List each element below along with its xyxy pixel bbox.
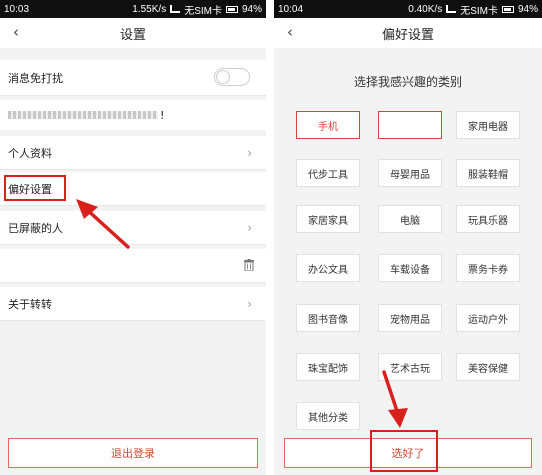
category-option[interactable]: 家用电器 (456, 111, 520, 139)
battery-icon (225, 5, 238, 13)
category-option[interactable] (378, 111, 442, 139)
network-speed: 0.40K/s (408, 3, 443, 15)
signal-icon (170, 5, 181, 13)
carrier-label: 无SIM卡 (460, 5, 498, 17)
category-option[interactable]: 办公文具 (296, 254, 360, 282)
category-option[interactable]: 代步工具 (296, 159, 360, 187)
category-option[interactable]: 家居家具 (296, 205, 360, 233)
category-option[interactable]: 母婴用品 (378, 159, 442, 187)
category-option[interactable]: 宠物用品 (378, 304, 442, 332)
settings-item-about[interactable]: 关于转转 › (0, 287, 266, 321)
category-option[interactable]: 车载设备 (378, 254, 442, 282)
category-option[interactable]: 电脑 (378, 205, 442, 233)
dnd-label: 消息免打扰 (8, 71, 63, 85)
battery-percent: 94% (517, 3, 538, 15)
annotation-arrow-icon (382, 370, 408, 428)
back-icon[interactable]: ‹ (282, 23, 298, 41)
status-time: 10:03 (4, 3, 30, 15)
item-label: 关于转转 (8, 297, 52, 311)
nav-bar: ‹ 偏好设置 (274, 18, 542, 48)
category-option[interactable]: 珠宝配饰 (296, 353, 360, 381)
item-label: 已屏蔽的人 (8, 221, 63, 235)
chevron-right-icon: › (247, 220, 252, 235)
status-bar: 10:03 1.55K/s 无SIM卡 94% (0, 0, 266, 18)
network-speed: 1.55K/s (132, 3, 167, 15)
item-label: 个人资料 (8, 146, 52, 160)
masked-suffix: ! (160, 108, 165, 122)
dnd-row: 消息免打扰 (0, 60, 266, 96)
category-option[interactable]: 美容保健 (456, 353, 520, 381)
signal-icon (446, 5, 457, 13)
category-option[interactable]: 运动户外 (456, 304, 520, 332)
trash-icon[interactable] (244, 259, 254, 271)
category-option[interactable]: 玩具乐器 (456, 205, 520, 233)
preferences-screen: 10:04 0.40K/s 无SIM卡 94% ‹ 偏好设置 选择我感兴趣的类别… (274, 0, 542, 475)
page-title: 偏好设置 (381, 27, 434, 43)
category-subtitle: 选择我感兴趣的类别 (353, 75, 462, 89)
battery-icon (501, 5, 514, 13)
annotation-arrow-icon (76, 199, 130, 249)
chevron-right-icon: › (247, 145, 252, 160)
chevron-right-icon: › (247, 296, 252, 311)
annotation-highlight-box (4, 175, 66, 201)
annotation-highlight-box (370, 430, 438, 472)
logout-button[interactable]: 退出登录 (8, 438, 258, 468)
category-option[interactable]: 其他分类 (296, 402, 360, 430)
category-option[interactable]: 票务卡券 (456, 254, 520, 282)
settings-screen: 10:03 1.55K/s 无SIM卡 94% ‹ 设置 消息免打扰 ! 个人资… (0, 0, 266, 475)
nav-bar: ‹ 设置 (0, 18, 266, 48)
category-option[interactable]: 服装鞋帽 (456, 159, 520, 187)
page-title: 设置 (119, 27, 146, 43)
back-icon[interactable]: ‹ (8, 23, 24, 41)
battery-percent: 94% (241, 3, 262, 15)
category-option[interactable]: 图书音像 (296, 304, 360, 332)
category-option[interactable]: 手机 (296, 111, 360, 139)
settings-item-profile[interactable]: 个人资料 › (0, 136, 266, 170)
status-bar: 10:04 0.40K/s 无SIM卡 94% (274, 0, 542, 18)
carrier-label: 无SIM卡 (184, 5, 222, 17)
toggle-knob (216, 70, 230, 84)
dnd-toggle[interactable] (214, 68, 250, 86)
masked-info-row: ! (0, 100, 266, 130)
status-time: 10:04 (278, 3, 304, 15)
redacted-text (8, 111, 158, 119)
